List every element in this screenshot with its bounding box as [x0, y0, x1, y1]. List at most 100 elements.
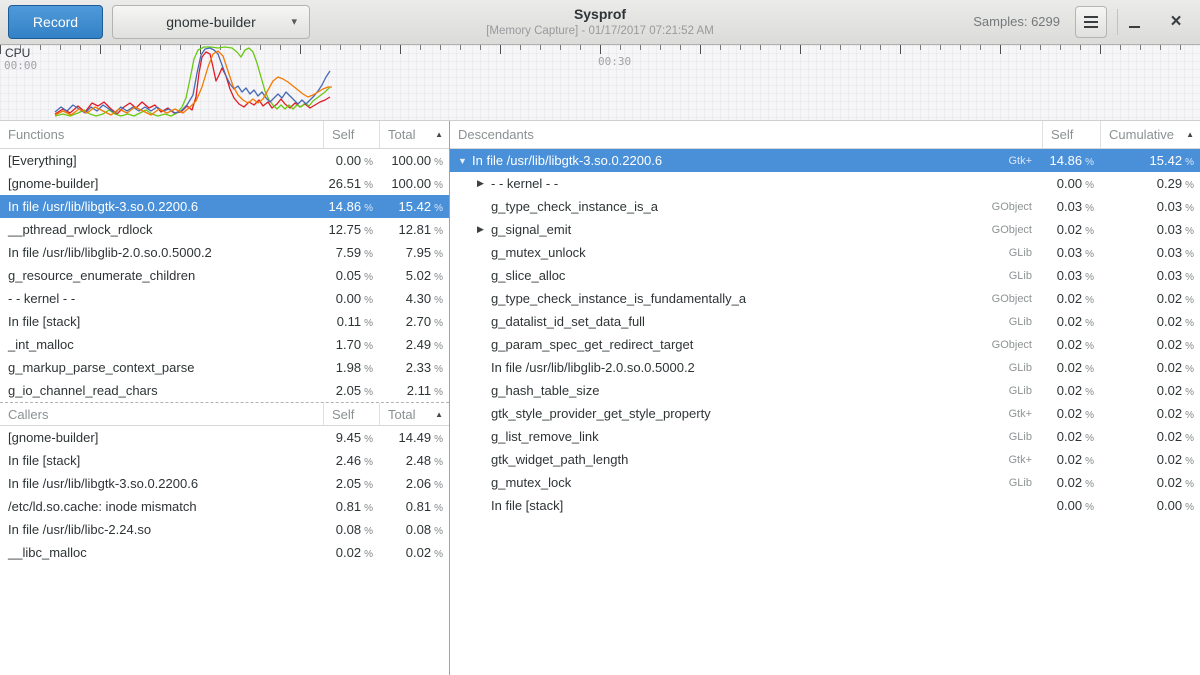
row-label: gtk_style_provider_get_style_property — [491, 406, 711, 421]
table-row[interactable]: [gnome-builder]9.45%14.49% — [0, 426, 449, 449]
percent-value: 0.03% — [1100, 268, 1200, 283]
expander-expanded-icon[interactable]: ▼ — [458, 156, 472, 166]
minimize-button[interactable] — [1120, 8, 1148, 36]
table-row[interactable]: [gnome-builder]26.51%100.00% — [0, 172, 449, 195]
cumulative-column-header[interactable]: Cumulative ▲ — [1100, 121, 1200, 148]
table-row[interactable]: ▶g_signal_emitGObject0.02%0.03% — [450, 218, 1200, 241]
record-button[interactable]: Record — [8, 5, 103, 39]
sort-ascending-icon: ▲ — [1186, 130, 1194, 139]
self-column-header[interactable]: Self — [1042, 121, 1100, 148]
percent-value: 0.03% — [1042, 268, 1100, 283]
table-row[interactable]: g_list_remove_linkGLib0.02%0.02% — [450, 425, 1200, 448]
percent-value: 100.00% — [379, 176, 449, 191]
row-label: In file /usr/lib/libgtk-3.so.0.2200.6 — [472, 153, 662, 168]
table-row[interactable]: g_type_check_instance_is_fundamentally_a… — [450, 287, 1200, 310]
table-row[interactable]: g_slice_allocGLib0.03%0.03% — [450, 264, 1200, 287]
functions-column-header[interactable]: Functions — [0, 121, 323, 148]
percent-value: 0.02% — [1042, 452, 1100, 467]
table-row[interactable]: ▶- - kernel - -0.00%0.29% — [450, 172, 1200, 195]
process-selector-dropdown[interactable]: gnome-builder ▾ — [112, 5, 310, 39]
percent-value: 0.03% — [1100, 245, 1200, 260]
timeline-mid-label: 00:30 — [598, 55, 631, 68]
total-column-header[interactable]: Total ▲ — [379, 403, 449, 425]
self-column-header[interactable]: Self — [323, 403, 379, 425]
table-row[interactable]: gtk_widget_path_lengthGtk+0.02%0.02% — [450, 448, 1200, 471]
table-row[interactable]: In file /usr/lib/libc-2.24.so0.08%0.08% — [0, 518, 449, 541]
table-row[interactable]: In file /usr/lib/libgtk-3.so.0.2200.614.… — [0, 195, 449, 218]
row-name-cell: In file [stack] — [0, 314, 323, 329]
row-label: g_param_spec_get_redirect_target — [491, 337, 693, 352]
table-row[interactable]: g_param_spec_get_redirect_targetGObject0… — [450, 333, 1200, 356]
table-row[interactable]: g_mutex_lockGLib0.02%0.02% — [450, 471, 1200, 494]
table-row[interactable]: [Everything]0.00%100.00% — [0, 149, 449, 172]
table-row[interactable]: In file [stack]0.00%0.00% — [450, 494, 1200, 517]
row-name-cell: ▶g_signal_emitGObject — [450, 222, 1042, 237]
hamburger-menu-button[interactable] — [1075, 6, 1107, 38]
percent-value: 2.05% — [323, 476, 379, 491]
library-tag: GLib — [1009, 362, 1042, 374]
cumulative-header-label: Cumulative — [1109, 127, 1174, 142]
row-label: In file [stack] — [8, 314, 80, 329]
percent-value: 26.51% — [323, 176, 379, 191]
cpu-graph[interactable]: CPU 00:00 00:30 — [0, 45, 1200, 120]
row-label: __libc_malloc — [8, 545, 87, 560]
table-row[interactable]: gtk_style_provider_get_style_propertyGtk… — [450, 402, 1200, 425]
table-row[interactable]: In file /usr/lib/libgtk-3.so.0.2200.6 2.0… — [0, 472, 449, 495]
percent-value: 2.06% — [379, 476, 449, 491]
samples-count: Samples: 6299 — [973, 14, 1060, 29]
percent-value: 2.05% — [323, 383, 379, 398]
table-row[interactable]: g_markup_parse_context_parse1.98%2.33% — [0, 356, 449, 379]
row-name-cell: g_param_spec_get_redirect_target GObject — [450, 337, 1042, 352]
percent-value: 14.49% — [379, 430, 449, 445]
table-row[interactable]: In file [stack]0.11%2.70% — [0, 310, 449, 333]
table-row[interactable]: /etc/ld.so.cache: inode mismatch0.81%0.8… — [0, 495, 449, 518]
cpu-graph-label: CPU — [5, 46, 30, 60]
percent-value: 15.42% — [379, 199, 449, 214]
callers-table: [gnome-builder]9.45%14.49%In file [stack… — [0, 426, 449, 564]
table-row[interactable]: - - kernel - -0.00%4.30% — [0, 287, 449, 310]
library-tag: GObject — [992, 339, 1042, 351]
expander-collapsed-icon[interactable]: ▶ — [477, 178, 491, 189]
row-label: g_io_channel_read_chars — [8, 383, 158, 398]
row-label: In file /usr/lib/libgtk-3.so.0.2200.6 — [8, 476, 198, 491]
percent-value: 2.48% — [379, 453, 449, 468]
cpu-core-blue — [55, 48, 330, 113]
percent-value: 12.75% — [323, 222, 379, 237]
percent-value: 0.02% — [1100, 452, 1200, 467]
table-row[interactable]: In file /usr/lib/libglib-2.0.so.0.5000.2… — [0, 241, 449, 264]
row-name-cell: g_type_check_instance_is_fundamentally_a… — [450, 291, 1042, 306]
profile-panes: Functions Self Total ▲ [Everything]0.00%… — [0, 120, 1200, 675]
table-row[interactable]: g_io_channel_read_chars2.05%2.11% — [0, 379, 449, 402]
table-row[interactable]: ▼In file /usr/lib/libgtk-3.so.0.2200.6Gt… — [450, 149, 1200, 172]
row-label: g_type_check_instance_is_a — [491, 199, 658, 214]
close-button[interactable]: × — [1162, 8, 1190, 36]
table-row[interactable]: g_hash_table_sizeGLib0.02%0.02% — [450, 379, 1200, 402]
callers-table-header[interactable]: Callers Self Total ▲ — [0, 402, 449, 426]
row-name-cell: g_type_check_instance_is_aGObject — [450, 199, 1042, 214]
total-column-header[interactable]: Total ▲ — [379, 121, 449, 148]
percent-value: 0.03% — [1042, 199, 1100, 214]
table-row[interactable]: In file [stack]2.46%2.48% — [0, 449, 449, 472]
table-row[interactable]: g_mutex_unlockGLib0.03%0.03% — [450, 241, 1200, 264]
table-row[interactable]: In file /usr/lib/libglib-2.0.so.0.5000.2… — [450, 356, 1200, 379]
row-label: In file /usr/lib/libglib-2.0.so.0.5000.2 — [491, 360, 695, 375]
table-row[interactable]: __libc_malloc0.02%0.02% — [0, 541, 449, 564]
process-selector-label: gnome-builder — [166, 14, 256, 30]
expander-collapsed-icon[interactable]: ▶ — [477, 224, 491, 235]
titlebar-separator — [1117, 9, 1118, 35]
table-row[interactable]: _int_malloc1.70%2.49% — [0, 333, 449, 356]
self-column-header[interactable]: Self — [323, 121, 379, 148]
functions-callers-panel: Functions Self Total ▲ [Everything]0.00%… — [0, 121, 449, 675]
row-name-cell: In file [stack] — [450, 498, 1042, 513]
table-row[interactable]: __pthread_rwlock_rdlock12.75%12.81% — [0, 218, 449, 241]
table-row[interactable]: g_datalist_id_set_data_fullGLib0.02%0.02… — [450, 310, 1200, 333]
table-row[interactable]: g_resource_enumerate_children0.05%5.02% — [0, 264, 449, 287]
sort-ascending-icon: ▲ — [435, 130, 443, 139]
percent-value: 0.00% — [1042, 498, 1100, 513]
percent-value: 0.03% — [1100, 222, 1200, 237]
descendants-column-header[interactable]: Descendants — [450, 121, 1042, 148]
callers-column-header[interactable]: Callers — [0, 403, 323, 425]
row-label: g_mutex_unlock — [491, 245, 586, 260]
table-row[interactable]: g_type_check_instance_is_aGObject0.03%0.… — [450, 195, 1200, 218]
row-name-cell: g_resource_enumerate_children — [0, 268, 323, 283]
